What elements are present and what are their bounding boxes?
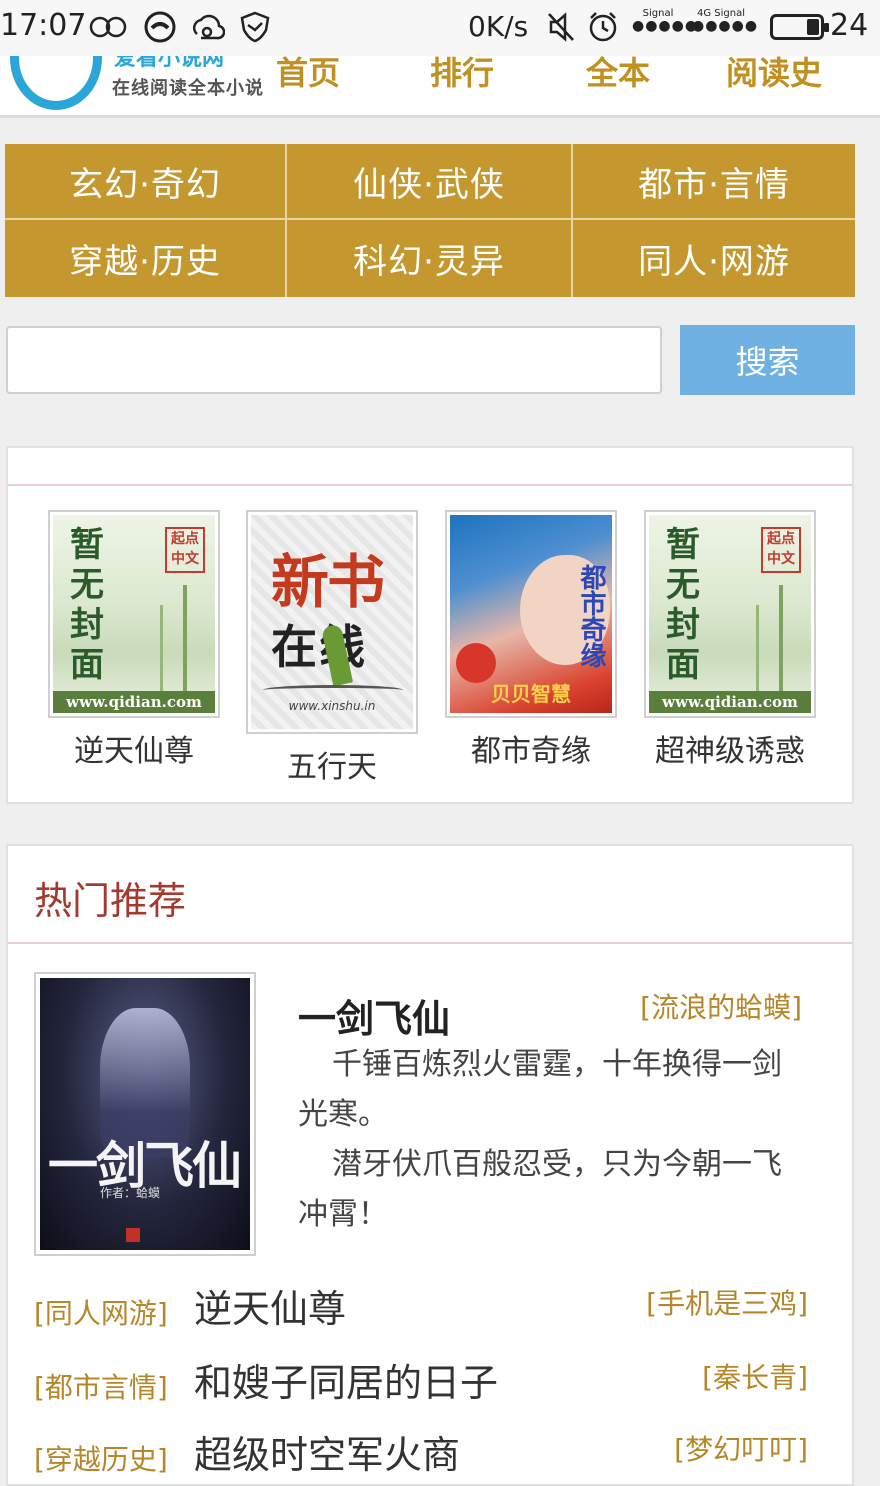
nav-complete[interactable]: 全本 — [586, 56, 650, 94]
cover-url: www.xinshu.in — [288, 699, 376, 713]
cover-seal: 起点中文 — [165, 527, 205, 573]
featured-cover[interactable]: 一剑飞仙 作者：蛤蟆 — [34, 972, 256, 1256]
search-input[interactable] — [6, 326, 662, 394]
cover-text: 暂无封面 — [666, 525, 700, 685]
cloud-icon — [190, 10, 226, 44]
featured-description: 千锤百炼烈火雷霆，十年换得一剑光寒。 潜牙伏爪百般忍受，只为今朝一飞冲霄！ — [298, 1040, 798, 1240]
logo-subtitle: 在线阅读全本小说 — [112, 78, 264, 99]
list-item-title[interactable]: 超级时空军火商 — [194, 1424, 460, 1479]
book-card[interactable]: 新书 在线 www.xinshu.in 五行天 — [246, 510, 418, 786]
description-line: 潜牙伏爪百般忍受，只为今朝一飞冲霄！ — [298, 1147, 782, 1232]
featured-books-panel: 暂无封面 起点中文 www.qidian.com 逆天仙尊 新书 在线 www.… — [6, 446, 854, 804]
site-header: 爱看小说网 在线阅读全本小说 首页 排行 全本 阅读史 — [0, 56, 880, 118]
infinity-icon — [86, 10, 130, 44]
nav-ranking[interactable]: 排行 — [430, 56, 494, 94]
book-cover[interactable]: 都市奇缘 贝贝智慧 — [445, 510, 617, 718]
list-item[interactable]: [同人网游] 逆天仙尊 [手机是三鸡] — [34, 1278, 834, 1338]
cover-text: 在线 — [271, 620, 367, 674]
book-title[interactable]: 超神级诱惑 — [644, 726, 816, 770]
featured-author[interactable]: [流浪的蛤蟆] — [640, 986, 802, 1026]
category-kehuan[interactable]: 科幻·灵异 — [287, 220, 573, 297]
status-bar: 17:07 0K/s Signal ●●●●● 4G Signal ●●●●● … — [0, 0, 880, 56]
cover-author: 贝贝智慧 — [491, 682, 571, 706]
category-grid: 玄幻·奇幻 仙侠·武侠 都市·言情 穿越·历史 科幻·灵异 同人·网游 — [5, 144, 855, 297]
cover-text: 都市奇缘 — [576, 564, 606, 668]
cover-url: www.qidian.com — [53, 691, 215, 713]
section-title: 热门推荐 — [34, 879, 187, 923]
book-title[interactable]: 都市奇缘 — [445, 726, 617, 770]
book-card[interactable]: 暂无封面 起点中文 www.qidian.com 逆天仙尊 — [48, 510, 220, 770]
logo-text: 爱看小说网 — [114, 56, 225, 71]
book-card[interactable]: 都市奇缘 贝贝智慧 都市奇缘 — [445, 510, 617, 770]
signal-1: Signal ●●●●● — [632, 8, 697, 34]
logo-icon[interactable] — [10, 56, 102, 110]
book-cover[interactable]: 新书 在线 www.xinshu.in — [246, 510, 418, 734]
cover-url: www.qidian.com — [649, 691, 811, 713]
book-cover[interactable]: 暂无封面 起点中文 www.qidian.com — [48, 510, 220, 718]
shield-icon — [238, 10, 272, 44]
cover-author: 作者：蛤蟆 — [100, 1186, 161, 1200]
list-item-category[interactable]: [同人网游] — [34, 1292, 168, 1332]
hot-recommend-panel: 热门推荐 一剑飞仙 作者：蛤蟆 一剑飞仙 [流浪的蛤蟆] 千锤百炼烈火雷霆，十年… — [6, 844, 854, 1486]
list-item[interactable]: [穿越历史] 超级时空军火商 [梦幻叮叮] — [34, 1424, 834, 1484]
category-chuanyue[interactable]: 穿越·历史 — [5, 220, 287, 297]
list-item-author[interactable]: [手机是三鸡] — [646, 1282, 808, 1322]
list-item-author[interactable]: [秦长青] — [702, 1356, 808, 1396]
mute-icon — [544, 10, 578, 44]
cover-seal: 起点中文 — [761, 527, 801, 573]
divider — [8, 942, 852, 944]
book-cover[interactable]: 暂无封面 起点中文 www.qidian.com — [644, 510, 816, 718]
list-item[interactable]: [都市言情] 和嫂子同居的日子 [秦长青] — [34, 1352, 834, 1412]
alarm-icon — [586, 10, 620, 44]
battery-icon — [770, 14, 829, 40]
search-button[interactable]: 搜索 — [680, 325, 855, 395]
list-item-title[interactable]: 和嫂子同居的日子 — [194, 1352, 498, 1407]
category-xianxia[interactable]: 仙侠·武侠 — [287, 144, 573, 220]
divider — [8, 484, 852, 486]
list-item-category[interactable]: [都市言情] — [34, 1366, 168, 1406]
status-time: 17:07 — [0, 8, 87, 43]
nav-home[interactable]: 首页 — [276, 56, 340, 94]
messenger-icon — [142, 10, 178, 44]
net-speed: 0K/s — [468, 10, 529, 43]
category-tongren[interactable]: 同人·网游 — [573, 220, 855, 297]
list-item-author[interactable]: [梦幻叮叮] — [674, 1428, 808, 1468]
book-title[interactable]: 五行天 — [246, 742, 418, 786]
nav-history[interactable]: 阅读史 — [726, 56, 822, 94]
featured-title[interactable]: 一剑飞仙 — [298, 988, 450, 1043]
cover-text: 新书 — [271, 548, 385, 616]
list-item-category[interactable]: [穿越历史] — [34, 1438, 168, 1478]
book-card[interactable]: 暂无封面 起点中文 www.qidian.com 超神级诱惑 — [644, 510, 816, 770]
signal-2: 4G Signal ●●●●● — [692, 8, 757, 34]
battery-level: 24 — [830, 8, 869, 43]
book-title[interactable]: 逆天仙尊 — [48, 726, 220, 770]
category-dushi[interactable]: 都市·言情 — [573, 144, 855, 220]
category-xuanhuan[interactable]: 玄幻·奇幻 — [5, 144, 287, 220]
cover-text: 暂无封面 — [70, 525, 104, 685]
description-line: 千锤百炼烈火雷霆，十年换得一剑光寒。 — [298, 1047, 782, 1132]
signal-bars-icon: ●●●●● — [692, 18, 759, 34]
signal-bars-icon: ●●●●● — [632, 18, 699, 34]
list-item-title[interactable]: 逆天仙尊 — [194, 1278, 346, 1333]
